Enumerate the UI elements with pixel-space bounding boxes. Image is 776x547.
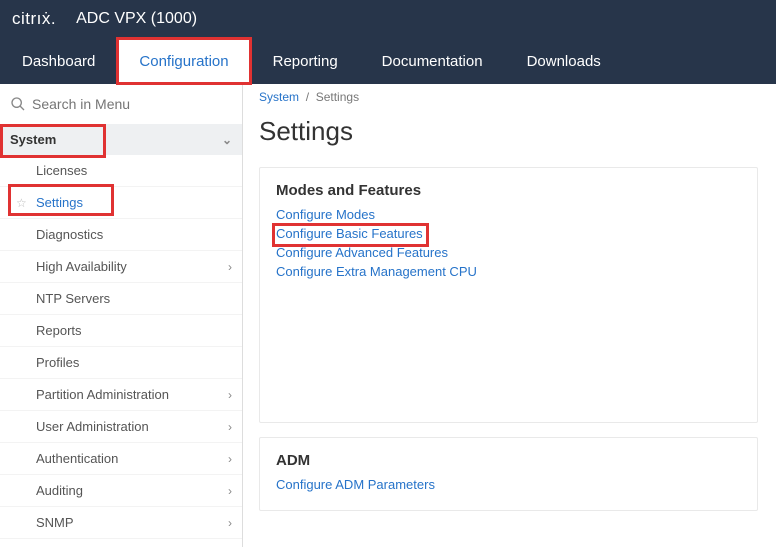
chevron-right-icon: ›	[228, 484, 232, 498]
sidebar-item-settings[interactable]: ☆ Settings	[0, 187, 242, 219]
link-configure-basic-features[interactable]: Configure Basic Features	[276, 226, 423, 241]
sidebar-item-label: SNMP	[36, 515, 74, 530]
sidebar-item-label: Settings	[36, 195, 83, 210]
sidebar: System ⌄ Licenses ☆ Settings Diagnostics…	[0, 84, 243, 547]
sidebar-item-auditing[interactable]: Auditing ›	[0, 475, 242, 507]
sidebar-item-user-administration[interactable]: User Administration ›	[0, 411, 242, 443]
breadcrumb-current: Settings	[316, 90, 359, 104]
nav-configuration[interactable]: Configuration	[117, 38, 250, 84]
nav-downloads[interactable]: Downloads	[505, 38, 623, 84]
sidebar-item-profiles[interactable]: Profiles	[0, 347, 242, 379]
sidebar-list: Licenses ☆ Settings Diagnostics High Ava…	[0, 155, 242, 547]
search-input[interactable]	[8, 92, 234, 116]
chevron-right-icon: ›	[228, 516, 232, 530]
sidebar-item-label: Partition Administration	[36, 387, 169, 402]
sidebar-item-label: User Administration	[36, 419, 149, 434]
sidebar-item-snmp[interactable]: SNMP ›	[0, 507, 242, 539]
search-icon	[10, 96, 26, 112]
sidebar-item-licenses[interactable]: Licenses	[0, 155, 242, 187]
chevron-right-icon: ›	[228, 420, 232, 434]
chevron-right-icon: ›	[228, 388, 232, 402]
card-title: Modes and Features	[276, 182, 741, 199]
sidebar-section-system[interactable]: System ⌄	[0, 124, 242, 155]
nav-documentation[interactable]: Documentation	[360, 38, 505, 84]
sidebar-item-partition-administration[interactable]: Partition Administration ›	[0, 379, 242, 411]
sidebar-item-label: High Availability	[36, 259, 127, 274]
sidebar-item-diagnostics[interactable]: Diagnostics	[0, 219, 242, 251]
sidebar-item-authentication[interactable]: Authentication ›	[0, 443, 242, 475]
sidebar-item-label: Reports	[36, 323, 82, 338]
sidebar-item-ntp-servers[interactable]: NTP Servers	[0, 283, 242, 315]
sidebar-item-label: Auditing	[36, 483, 83, 498]
product-name: ADC VPX (1000)	[76, 10, 197, 28]
sidebar-item-reports[interactable]: Reports	[0, 315, 242, 347]
sidebar-item-label: Diagnostics	[36, 227, 103, 242]
page-title: Settings	[259, 116, 758, 147]
sidebar-item-high-availability[interactable]: High Availability ›	[0, 251, 242, 283]
link-configure-extra-management-cpu[interactable]: Configure Extra Management CPU	[276, 264, 741, 279]
main-nav: Dashboard Configuration Reporting Docume…	[0, 38, 776, 84]
main-content: System / Settings Settings Modes and Fea…	[243, 84, 776, 547]
chevron-down-icon: ⌄	[222, 133, 232, 147]
chevron-right-icon: ›	[228, 452, 232, 466]
sidebar-item-label: Authentication	[36, 451, 118, 466]
link-configure-advanced-features[interactable]: Configure Advanced Features	[276, 245, 741, 260]
card-modes-and-features: Modes and Features Configure Modes Confi…	[259, 167, 758, 423]
chevron-right-icon: ›	[228, 260, 232, 274]
sidebar-item-label: Profiles	[36, 355, 79, 370]
sidebar-section-label: System	[10, 132, 56, 147]
breadcrumb-parent[interactable]: System	[259, 90, 299, 104]
link-configure-adm-parameters[interactable]: Configure ADM Parameters	[276, 477, 741, 492]
card-adm: ADM Configure ADM Parameters	[259, 437, 758, 511]
breadcrumb: System / Settings	[259, 90, 758, 104]
breadcrumb-separator: /	[306, 90, 309, 104]
link-configure-modes[interactable]: Configure Modes	[276, 207, 741, 222]
star-icon: ☆	[16, 196, 27, 210]
sidebar-item-label: Licenses	[36, 163, 87, 178]
top-bar: citrıẋ. ADC VPX (1000)	[0, 0, 776, 38]
nav-dashboard[interactable]: Dashboard	[0, 38, 117, 84]
card-title: ADM	[276, 452, 741, 469]
brand-logo: citrıẋ.	[12, 9, 56, 29]
nav-reporting[interactable]: Reporting	[251, 38, 360, 84]
sidebar-item-appflow[interactable]: AppFlow ! ›	[0, 539, 242, 547]
sidebar-search[interactable]	[0, 84, 242, 124]
sidebar-item-label: NTP Servers	[36, 291, 110, 306]
